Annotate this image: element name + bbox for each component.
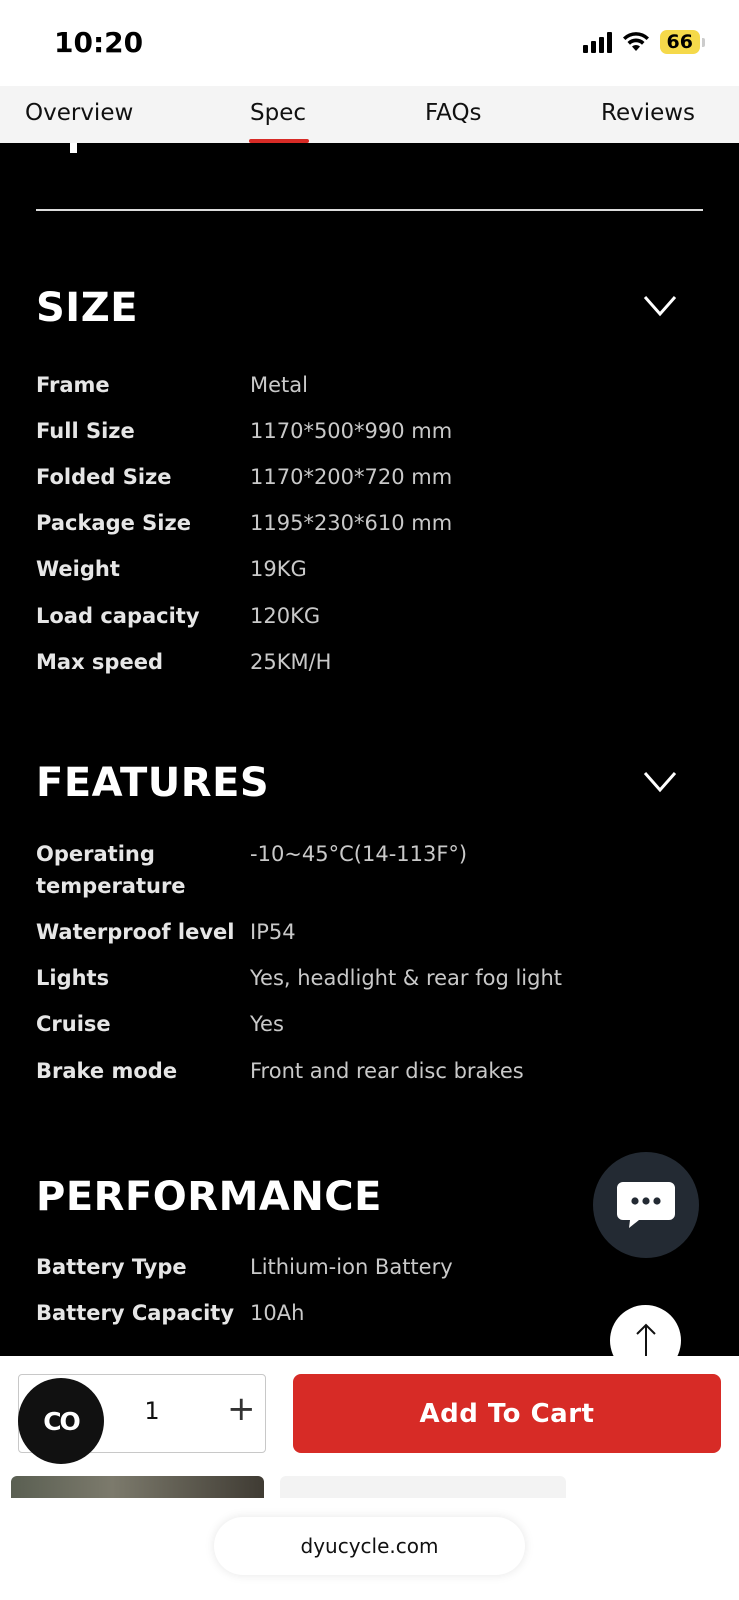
section-title-features[interactable]: FEATURES (36, 760, 269, 806)
status-time: 10:20 (54, 26, 144, 59)
spec-label: Cruise (36, 1012, 111, 1036)
spec-label: Folded Size (36, 465, 172, 489)
spec-value: 1170*200*720 mm (250, 465, 453, 489)
spec-label: Lights (36, 966, 110, 990)
address-bar[interactable]: dyucycle.com (214, 1517, 525, 1575)
spec-label: Full Size (36, 419, 135, 443)
tab-faqs[interactable]: FAQs (425, 100, 482, 126)
spec-value: 19KG (250, 557, 307, 581)
spec-label: Max speed (36, 650, 163, 674)
chat-button[interactable] (593, 1152, 699, 1258)
spec-label: Waterproof level (36, 920, 235, 944)
wifi-icon (622, 32, 649, 51)
add-to-cart-button[interactable]: Add To Cart (293, 1374, 721, 1453)
spec-value: 25KM/H (250, 650, 332, 674)
product-thumbnail[interactable] (280, 1476, 566, 1498)
spec-label: Frame (36, 373, 110, 397)
spec-value: -10~45°C(14-113F°) (250, 842, 468, 866)
chat-bubble-icon (617, 1182, 675, 1228)
spec-label: Battery Capacity (36, 1301, 235, 1325)
spec-label: Load capacity (36, 604, 200, 628)
spec-label: Battery Type (36, 1255, 187, 1279)
tab-spec[interactable]: Spec (250, 100, 306, 126)
section-divider (36, 209, 703, 211)
battery-icon: 66 (659, 30, 700, 54)
spec-value: 120KG (250, 604, 321, 628)
product-thumbnail[interactable] (11, 1476, 264, 1498)
cellular-signal-icon (582, 31, 612, 53)
spec-value: Yes, headlight & rear fog light (250, 966, 563, 990)
quantity-value[interactable]: 1 (137, 1397, 167, 1425)
battery-tip (702, 37, 705, 47)
spec-label: Brake mode (36, 1059, 178, 1083)
chevron-down-icon[interactable] (643, 295, 677, 317)
spec-value: Metal (250, 373, 308, 397)
spec-value: IP54 (250, 920, 296, 944)
spec-value: 1170*500*990 mm (250, 419, 453, 443)
spec-label: Package Size (36, 511, 191, 535)
spec-value: Front and rear disc brakes (250, 1059, 524, 1083)
tab-reviews[interactable]: Reviews (601, 100, 695, 126)
tab-overview[interactable]: Overview (25, 100, 133, 126)
co-badge-icon[interactable]: CO (18, 1378, 104, 1464)
chevron-down-icon[interactable] (643, 771, 677, 793)
spec-tabs: Overview Spec FAQs Reviews (0, 86, 739, 143)
spec-label: Operating temperature (36, 842, 186, 898)
clipped-heading-fragment (70, 143, 77, 153)
spec-label: Weight (36, 557, 120, 581)
section-title-performance[interactable]: PERFORMANCE (36, 1174, 382, 1220)
status-icons: 66 (582, 30, 705, 54)
arrow-up-icon (635, 1323, 656, 1358)
spec-value: 1195*230*610 mm (250, 511, 453, 535)
status-bar: 10:20 66 (0, 0, 739, 86)
browser-footer: dyucycle.com (0, 1498, 739, 1600)
purchase-bar: 1 + CO Add To Cart (0, 1356, 739, 1498)
spec-value: Yes (250, 1012, 284, 1036)
increment-button[interactable]: + (227, 1389, 256, 1429)
section-title-size[interactable]: SIZE (36, 285, 138, 331)
